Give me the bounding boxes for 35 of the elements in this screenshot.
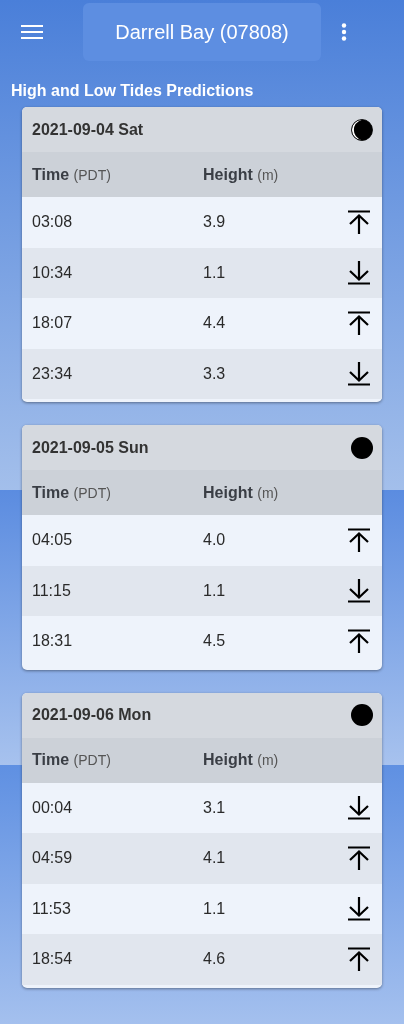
time-cell-text: 10:34 bbox=[31, 263, 74, 282]
time-cell-text: 18:54 bbox=[31, 950, 74, 969]
time-column-header: Time (PDT) bbox=[31, 165, 112, 184]
time-cell-text: 18:31 bbox=[31, 632, 74, 651]
height-cell-text: 1.1 bbox=[203, 263, 227, 282]
time-cell-text: 00:04 bbox=[31, 798, 74, 817]
more-options-icon[interactable] bbox=[341, 23, 347, 41]
height-cell-text: 1.1 bbox=[203, 899, 227, 918]
time-column-header: Time (PDT) bbox=[31, 483, 112, 502]
date-label: 2021-09-04 Sat bbox=[32, 120, 144, 139]
time-cell-text: 11:15 bbox=[31, 581, 72, 600]
height-column-header: Height (m) bbox=[203, 751, 280, 769]
menu-icon[interactable] bbox=[21, 24, 43, 40]
height-cell-text: 4.6 bbox=[203, 950, 227, 969]
date-label: 2021-09-06 Mon bbox=[32, 706, 152, 724]
height-cell-text: 1.1 bbox=[203, 581, 227, 600]
height-cell-text: 4.4 bbox=[203, 314, 227, 333]
time-cell-text: 11:53 bbox=[31, 899, 72, 918]
time-column-header: Time (PDT) bbox=[31, 751, 112, 769]
section-title: High and Low Tides Predictions bbox=[10, 81, 255, 101]
height-cell-text: 3.3 bbox=[203, 364, 227, 383]
height-cell-text: 3.1 bbox=[203, 798, 227, 817]
height-column-header: Height (m) bbox=[203, 483, 280, 502]
time-cell-text: 04:05 bbox=[31, 531, 74, 550]
height-cell-text: 3.9 bbox=[203, 213, 227, 232]
height-cell-text: 4.0 bbox=[203, 531, 227, 550]
date-label: 2021-09-05 Sun bbox=[32, 438, 149, 457]
height-cell-text: 4.5 bbox=[203, 632, 227, 651]
time-cell-text: 04:59 bbox=[31, 849, 74, 868]
time-cell-text: 23:34 bbox=[31, 364, 74, 383]
station-button[interactable]: Darrell Bay (07808) bbox=[83, 3, 321, 61]
time-cell-text: 03:08 bbox=[31, 213, 74, 232]
height-column-header: Height (m) bbox=[203, 165, 280, 184]
time-cell-text: 18:07 bbox=[31, 314, 74, 333]
height-cell-text: 4.1 bbox=[203, 849, 227, 868]
